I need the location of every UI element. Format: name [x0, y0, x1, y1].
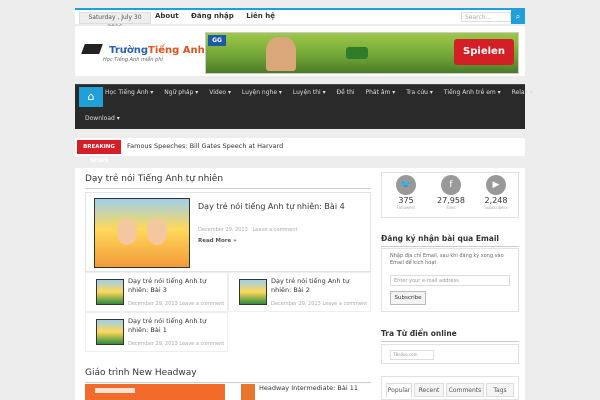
ad-banner[interactable]: GG Spielen [205, 32, 519, 74]
top-bar: Saturday , July 30 2016 About Đăng nhập … [75, 8, 525, 31]
tab-comments[interactable]: Comments [446, 383, 484, 397]
thumbnail-figure [147, 219, 167, 245]
email-description: Nhập địa chỉ Email, sau khi đăng ký xong… [390, 253, 504, 266]
post-title[interactable]: Headway Intermediate: Bài 11 [259, 384, 358, 392]
headway-thumbnail[interactable] [85, 384, 225, 400]
site-header: TrườngTiếng Anh Học Tiếng Anh miễn phí G… [75, 26, 525, 76]
post-title[interactable]: Dạy trẻ nói tiếng Anh tự nhiên: Bài 3 [128, 277, 223, 295]
section-divider [85, 188, 371, 189]
social-counters: 🐦 375 Followers f 27,958 Fans ▶ 2,248 Su… [381, 172, 519, 218]
social-counter-facebook[interactable]: f 27,958 Fans [429, 175, 473, 210]
nav-item[interactable]: Ngữ pháp ▾ [164, 89, 198, 96]
page: Saturday , July 30 2016 About Đăng nhập … [75, 0, 533, 400]
twitter-icon: 🐦 [396, 175, 416, 195]
social-count: 2,248 [484, 196, 508, 205]
nav-item[interactable]: Tra cứu ▾ [406, 89, 433, 96]
dictionary-input[interactable]: TBelloo.com [390, 350, 434, 360]
post-thumbnail[interactable] [239, 279, 267, 305]
post-thumbnail[interactable] [96, 319, 124, 345]
social-label: Fans [446, 205, 456, 210]
list-item: Headway Intermediate: Bài 11 [235, 384, 371, 400]
social-count: 27,958 [437, 196, 465, 205]
ad-tractor-image [346, 47, 368, 59]
email-widget-title: Đăng ký nhận bài qua Email [381, 234, 499, 243]
facebook-icon: f [441, 175, 461, 195]
list-item: Dạy trẻ nói tiếng Anh tự nhiên: Bài 2 De… [228, 272, 371, 312]
social-label: Followers [396, 205, 416, 210]
post-meta: December 29, 2013 Leave a comment [128, 341, 225, 347]
nav-item[interactable]: Relax ▾ [512, 89, 533, 96]
nav-row-2: Download ▾ [85, 115, 120, 122]
social-counter-youtube[interactable]: ▶ 2,248 Subscribers [474, 175, 518, 210]
tab-recent[interactable]: Recent [414, 383, 444, 397]
post-title[interactable]: Dạy trẻ nói tiếng Anh tự nhiên: Bài 1 [128, 317, 223, 335]
nav-item[interactable]: Luyện nghe ▾ [242, 89, 282, 96]
email-field[interactable]: Enter your e-mail address [390, 275, 510, 286]
site-logo[interactable]: TrườngTiếng Anh Học Tiếng Anh miễn phí [81, 38, 205, 63]
dictionary-widget: TBelloo.com [381, 344, 519, 364]
main-nav: ⌂ Học Tiếng Anh ▾ Ngữ pháp ▾ Video ▾ Luy… [75, 84, 533, 129]
nav-item[interactable]: Đề thi [337, 89, 355, 96]
list-item: Dạy trẻ nói tiếng Anh tự nhiên: Bài 3 De… [85, 272, 228, 312]
post-grid: Dạy trẻ nói tiếng Anh tự nhiên: Bài 3 De… [85, 272, 371, 352]
widget-divider [381, 246, 519, 247]
featured-post: Dạy trẻ nói tiếng Anh tự nhiên: Bài 4 De… [85, 192, 371, 272]
featured-post-thumbnail[interactable] [94, 198, 190, 268]
search-icon[interactable]: ⌕ [511, 10, 525, 24]
ad-farmer-image [266, 37, 296, 71]
breaking-news-bar: BREAKING NEWS Famous Speeches: Bill Gate… [75, 138, 525, 164]
login-link[interactable]: Đăng nhập [191, 12, 234, 20]
nav-item[interactable]: Video ▾ [209, 89, 231, 96]
post-comments-link[interactable]: Leave a comment [253, 227, 298, 233]
tab-popular[interactable]: Popular [386, 383, 412, 397]
sidebar-tabs: Popular Recent Comments Tags [381, 376, 519, 400]
subscribe-button[interactable]: Subscribe [390, 291, 426, 305]
widget-divider [381, 341, 519, 342]
post-title[interactable]: Dạy trẻ nói tiếng Anh tự nhiên: Bài 2 [271, 277, 366, 295]
post-thumbnail[interactable] [241, 384, 255, 400]
graduation-cap-icon [81, 43, 103, 54]
social-counter-twitter[interactable]: 🐦 375 Followers [384, 175, 428, 210]
breaking-news-label: BREAKING NEWS [77, 140, 121, 164]
youtube-icon: ▶ [486, 175, 506, 195]
nav-item[interactable]: Tiếng Anh trẻ em ▾ [444, 89, 501, 96]
nav-item[interactable]: Luyện thi ▾ [293, 89, 326, 96]
current-date: Saturday , July 30 2016 [79, 12, 151, 31]
list-item: Dạy trẻ nói tiếng Anh tự nhiên: Bài 1 De… [85, 312, 228, 352]
breaking-news-link[interactable]: Famous Speeches: Bill Gates Speech at Ha… [127, 142, 283, 150]
thumbnail-figure [117, 219, 137, 245]
nav-item-download[interactable]: Download ▾ [85, 115, 120, 122]
dictionary-widget-title: Tra Từ điển online [381, 329, 457, 338]
nav-row: Học Tiếng Anh ▾ Ngữ pháp ▾ Video ▾ Luyện… [105, 89, 542, 96]
post-thumbnail[interactable] [96, 279, 124, 305]
content-area: Dạy trẻ nói Tiếng Anh tự nhiên Dạy trẻ n… [75, 168, 525, 400]
post-meta: December 29, 2013 Leave a comment [128, 301, 225, 307]
logo-tagline: Học Tiếng Anh miễn phí [103, 57, 163, 63]
featured-post-meta: December 29, 2013 Leave a comment [198, 227, 297, 233]
post-date: December 29, 2013 [198, 227, 248, 233]
email-subscribe-widget: Nhập địa chỉ Email, sau khi đăng ký xong… [381, 248, 519, 312]
read-more-link[interactable]: Read More » [198, 238, 237, 244]
ad-cta-button[interactable]: Spielen [454, 39, 514, 65]
social-label: Subscribers [484, 205, 508, 210]
tab-tags[interactable]: Tags [486, 383, 514, 397]
ad-badge: GG [208, 35, 226, 46]
contact-link[interactable]: Liên hệ [246, 12, 275, 20]
thumbnail-bar [95, 388, 135, 393]
search-input[interactable]: Search... [461, 12, 511, 22]
nav-item[interactable]: Phát âm ▾ [366, 89, 396, 96]
social-count: 375 [398, 196, 414, 205]
top-links: About Đăng nhập Liên hệ [155, 12, 285, 20]
nav-item[interactable]: Học Tiếng Anh ▾ [105, 89, 153, 96]
featured-post-title[interactable]: Dạy trẻ nói tiếng Anh tự nhiên: Bài 4 [198, 201, 358, 212]
section-divider [85, 382, 371, 383]
home-icon[interactable]: ⌂ [79, 87, 103, 107]
post-meta: December 29, 2013 Leave a comment [271, 301, 368, 307]
section-title[interactable]: Giáo trình New Headway [85, 368, 197, 378]
section-title[interactable]: Dạy trẻ nói Tiếng Anh tự nhiên [85, 174, 223, 184]
about-link[interactable]: About [155, 12, 179, 20]
